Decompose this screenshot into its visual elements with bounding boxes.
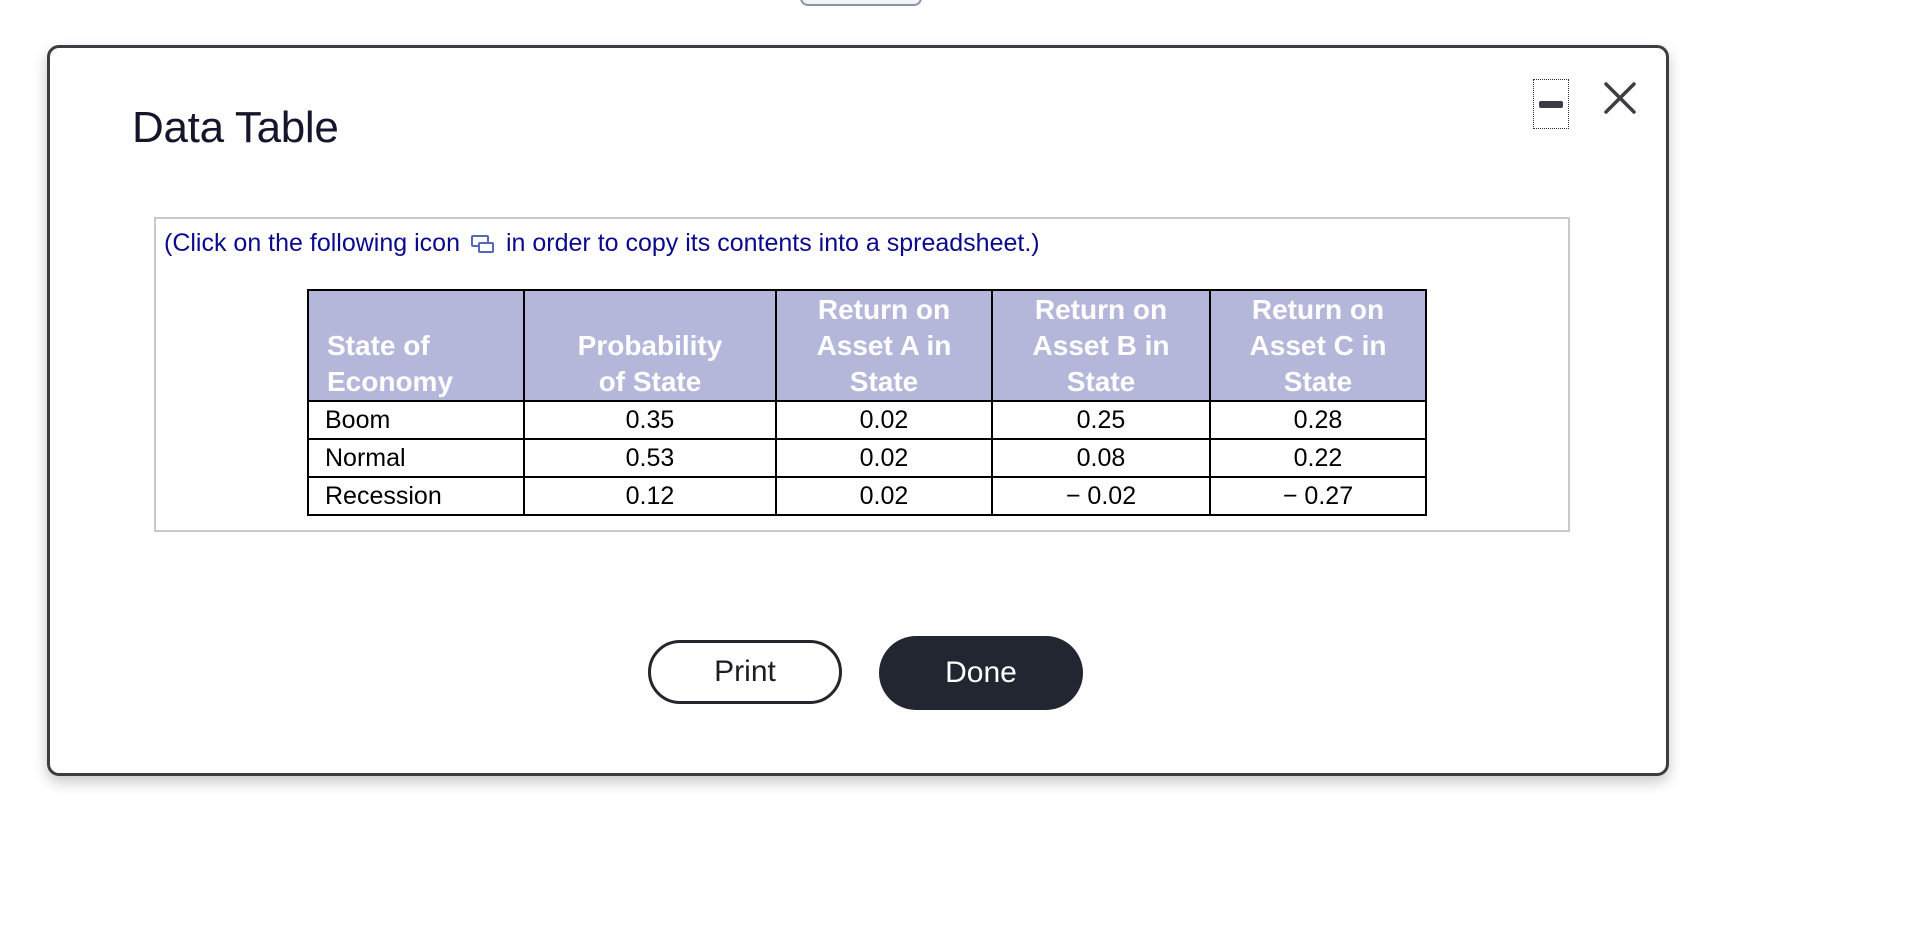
header-line: State	[849, 366, 919, 397]
cell-state: Recession	[307, 476, 525, 516]
header-line: Asset A in	[816, 330, 952, 361]
done-button[interactable]: Done	[879, 636, 1083, 710]
cell-probability: 0.12	[523, 476, 777, 516]
cell-return-c: − 0.27	[1209, 476, 1427, 516]
cell-return-b: 0.25	[991, 400, 1211, 440]
minimize-icon	[1539, 101, 1563, 108]
cell-return-a: 0.02	[775, 438, 993, 478]
asset-returns-table: State of Economy Probability of State Re…	[307, 289, 1427, 516]
header-return-asset-b: Return on Asset B in State	[991, 289, 1211, 402]
header-state-of-economy: State of Economy	[307, 289, 525, 402]
header-line: Probability	[577, 330, 723, 361]
header-line: Return on	[1251, 294, 1385, 325]
header-line: State	[1283, 366, 1353, 397]
cell-probability: 0.53	[523, 438, 777, 478]
data-table-dialog: Data Table (Click on the following icon …	[47, 45, 1669, 776]
header-line: of State	[598, 366, 702, 397]
cell-return-c: 0.28	[1209, 400, 1427, 440]
minimize-button[interactable]	[1533, 79, 1569, 129]
close-button[interactable]	[1600, 78, 1640, 118]
copy-instruction: (Click on the following icon in order to…	[164, 229, 1040, 262]
close-icon	[1604, 82, 1636, 114]
header-line: Asset B in	[1032, 330, 1170, 361]
cell-return-c: 0.22	[1209, 438, 1427, 478]
table-header-row: State of Economy Probability of State Re…	[307, 289, 1427, 402]
cell-return-a: 0.02	[775, 476, 993, 516]
header-line: Return on	[1034, 294, 1168, 325]
cell-state: Normal	[307, 438, 525, 478]
copy-to-spreadsheet-icon[interactable]	[470, 233, 496, 262]
cell-state: Boom	[307, 400, 525, 440]
header-line: Asset C in	[1249, 330, 1387, 361]
cell-probability: 0.35	[523, 400, 777, 440]
header-return-asset-a: Return on Asset A in State	[775, 289, 993, 402]
cell-return-b: 0.08	[991, 438, 1211, 478]
header-line: Economy	[327, 366, 454, 397]
print-button[interactable]: Print	[648, 640, 842, 704]
dialog-title: Data Table	[132, 103, 339, 152]
cell-return-b: − 0.02	[991, 476, 1211, 516]
table-row: Boom 0.35 0.02 0.25 0.28	[307, 400, 1427, 440]
header-probability-of-state: Probability of State	[523, 289, 777, 402]
cell-return-a: 0.02	[775, 400, 993, 440]
header-line: State	[1066, 366, 1136, 397]
header-return-asset-c: Return on Asset C in State	[1209, 289, 1427, 402]
top-tab-handle	[800, 0, 922, 6]
instruction-text-before: (Click on the following icon	[164, 229, 460, 257]
header-line: Return on	[817, 294, 951, 325]
table-row: Normal 0.53 0.02 0.08 0.22	[307, 438, 1427, 478]
instruction-text-after: in order to copy its contents into a spr…	[505, 229, 1040, 257]
data-table-panel: (Click on the following icon in order to…	[154, 217, 1570, 532]
header-line: State of	[327, 330, 430, 361]
table-row: Recession 0.12 0.02 − 0.02 − 0.27	[307, 476, 1427, 516]
